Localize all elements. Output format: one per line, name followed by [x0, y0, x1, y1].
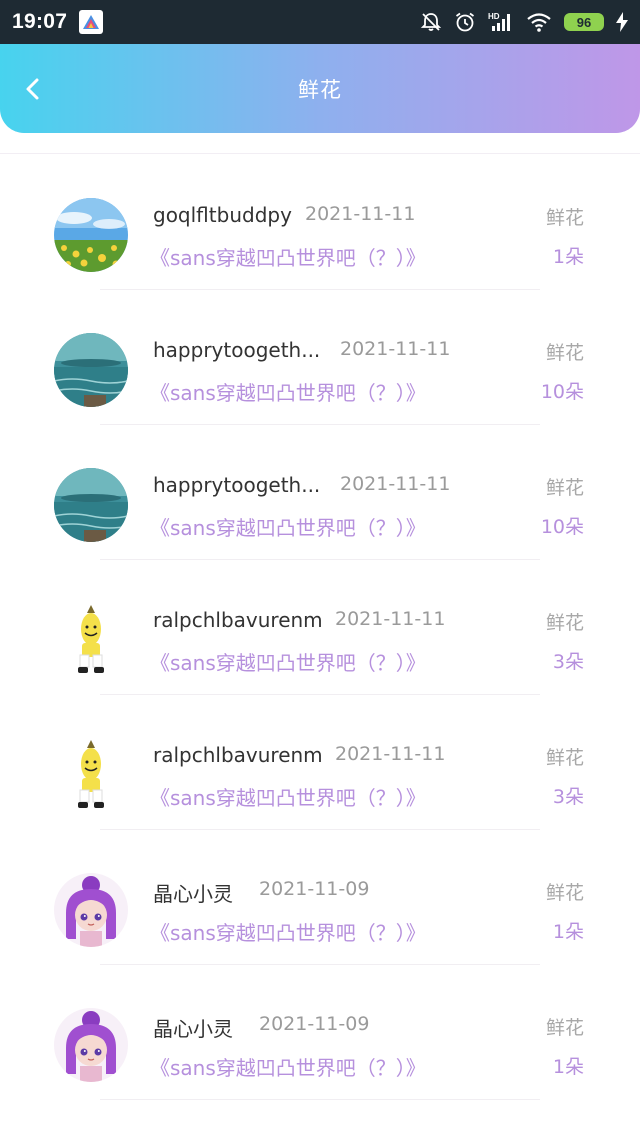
gift-type: 鲜花: [545, 882, 584, 904]
sea-avatar-icon: [54, 333, 128, 407]
work-title[interactable]: 《sans穿越凹凸世界吧（？）》: [150, 917, 426, 946]
gift-count: 1朵: [552, 246, 584, 268]
gift-count: 1朵: [552, 921, 584, 943]
gift-type: 鲜花: [545, 342, 584, 364]
field-flowers-avatar-icon: [54, 198, 128, 272]
anime-girl-avatar-icon: [54, 1008, 128, 1082]
gift-date: 2021-11-09: [259, 1013, 370, 1035]
work-title[interactable]: 《sans穿越凹凸世界吧（？）》: [150, 782, 426, 811]
gift-date: 2021-11-11: [340, 473, 451, 495]
gift-count: 10朵: [540, 381, 584, 403]
avatar[interactable]: [54, 1008, 128, 1082]
avatar[interactable]: [54, 468, 128, 542]
mute-bell-icon: [420, 13, 442, 31]
list-item[interactable]: happrytoogeth... 2021-11-11 《sans穿越凹凸世界吧…: [0, 290, 640, 425]
gift-type: 鲜花: [545, 207, 584, 229]
gift-count: 1朵: [552, 1056, 584, 1078]
app-notification-icon: [79, 10, 104, 34]
list-item[interactable]: ralpchlbavurenm 2021-11-11 《sans穿越凹凸世界吧（…: [0, 560, 640, 695]
status-bar: 19:07 HD 96: [0, 0, 640, 44]
list-item[interactable]: happrytoogeth... 2021-11-11 《sans穿越凹凸世界吧…: [0, 425, 640, 560]
gift-type: 鲜花: [545, 477, 584, 499]
banana-man-avatar-icon: [54, 738, 128, 812]
avatar[interactable]: [54, 198, 128, 272]
user-name[interactable]: ralpchlbavurenm: [153, 743, 323, 767]
avatar[interactable]: [54, 873, 128, 947]
list-item[interactable]: goqlfltbuddpy 2021-11-11 《sans穿越凹凸世界吧（？）…: [0, 155, 640, 290]
work-title[interactable]: 《sans穿越凹凸世界吧（？）》: [150, 512, 426, 541]
user-name[interactable]: ralpchlbavurenm: [153, 608, 323, 632]
gift-count: 10朵: [540, 516, 584, 538]
gift-list: goqlfltbuddpy 2021-11-11 《sans穿越凹凸世界吧（？）…: [0, 155, 640, 1100]
avatar[interactable]: [54, 738, 128, 812]
battery-indicator: 96: [564, 13, 604, 31]
wifi-icon: [527, 13, 551, 32]
gift-type: 鲜花: [545, 612, 584, 634]
anime-girl-avatar-icon: [54, 873, 128, 947]
user-name[interactable]: 晶心小灵: [153, 1013, 233, 1042]
banana-man-avatar-icon: [54, 603, 128, 677]
divider: [100, 1099, 540, 1100]
user-name[interactable]: happrytoogeth...: [153, 338, 320, 362]
avatar[interactable]: [54, 603, 128, 677]
signal-icon: HD: [488, 12, 510, 31]
avatar[interactable]: [54, 333, 128, 407]
gift-type: 鲜花: [545, 747, 584, 769]
list-item[interactable]: 晶心小灵 2021-11-09 《sans穿越凹凸世界吧（？）》 鲜花 1朵: [0, 830, 640, 965]
page-title: 鲜花: [298, 77, 342, 102]
work-title[interactable]: 《sans穿越凹凸世界吧（？）》: [150, 377, 426, 406]
list-item[interactable]: 晶心小灵 2021-11-09 《sans穿越凹凸世界吧（？）》 鲜花 1朵: [0, 965, 640, 1100]
work-title[interactable]: 《sans穿越凹凸世界吧（？）》: [150, 1052, 426, 1081]
gift-count: 3朵: [552, 651, 584, 673]
work-title[interactable]: 《sans穿越凹凸世界吧（？）》: [150, 647, 426, 676]
list-item[interactable]: ralpchlbavurenm 2021-11-11 《sans穿越凹凸世界吧（…: [0, 695, 640, 830]
app-header: 鲜花: [0, 44, 640, 133]
gift-count: 3朵: [552, 786, 584, 808]
work-title[interactable]: 《sans穿越凹凸世界吧（？）》: [150, 242, 426, 271]
gift-date: 2021-11-11: [305, 203, 416, 225]
sea-avatar-icon: [54, 468, 128, 542]
user-name[interactable]: happrytoogeth...: [153, 473, 320, 497]
gift-date: 2021-11-11: [335, 743, 446, 765]
charging-icon: [616, 12, 628, 32]
user-name[interactable]: 晶心小灵: [153, 878, 233, 907]
divider: [0, 153, 640, 154]
status-time: 19:07: [12, 10, 68, 33]
gift-date: 2021-11-09: [259, 878, 370, 900]
alarm-icon: [455, 12, 475, 32]
gift-type: 鲜花: [545, 1017, 584, 1039]
gift-date: 2021-11-11: [340, 338, 451, 360]
svg-text:HD: HD: [488, 12, 500, 21]
user-name[interactable]: goqlfltbuddpy: [153, 203, 292, 227]
gift-date: 2021-11-11: [335, 608, 446, 630]
